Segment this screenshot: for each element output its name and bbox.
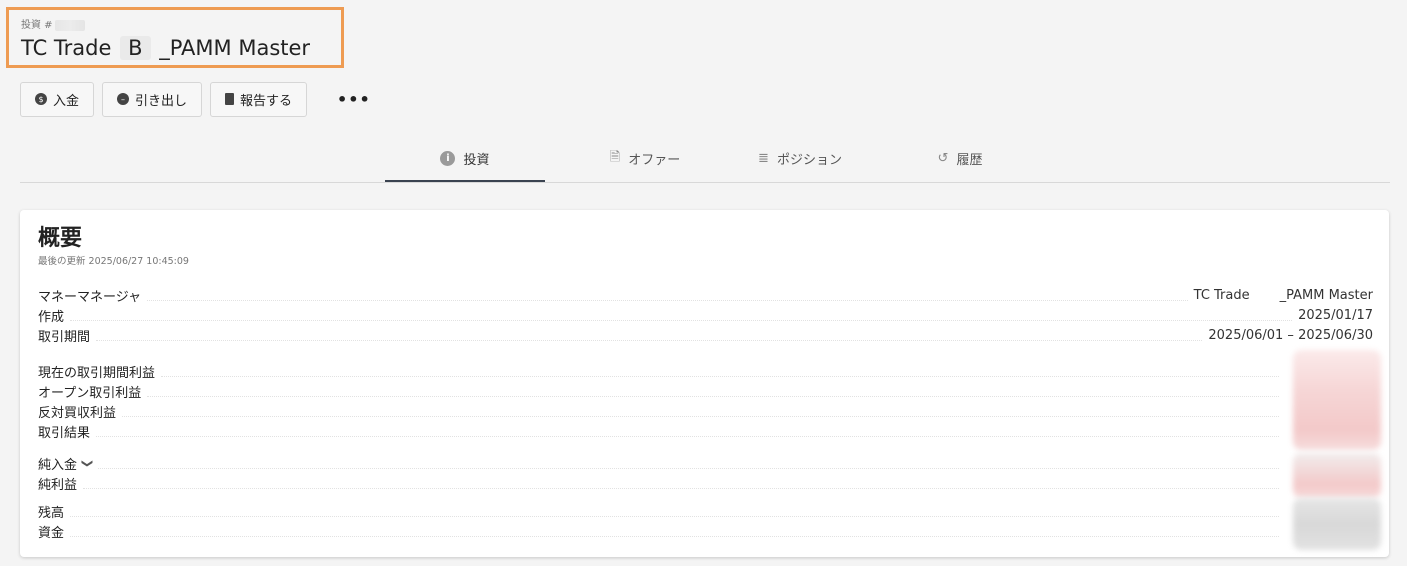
period-value: 2025/06/01 – 2025/06/30 bbox=[1208, 327, 1373, 343]
more-menu-button[interactable]: ••• bbox=[337, 90, 371, 109]
deposit-button[interactable]: $ 入金 bbox=[20, 81, 95, 117]
leader-line bbox=[96, 330, 1203, 341]
redacted-values-block bbox=[1293, 350, 1381, 450]
dollar-circle-icon: $ bbox=[35, 93, 47, 105]
leader-line bbox=[70, 310, 1293, 321]
tab-history[interactable]: ↺ 履歴 bbox=[880, 136, 1040, 181]
row-current-period-profit: 現在の取引期間利益 bbox=[38, 361, 1373, 381]
last-updated-text: 最後の更新 2025/06/27 10:45:09 bbox=[38, 256, 189, 267]
tab-investment[interactable]: i 投資 bbox=[385, 136, 545, 182]
row-net-deposit[interactable]: 純入金 ❯ bbox=[38, 453, 1373, 473]
row-trading-period: 取引期間 2025/06/01 – 2025/06/30 bbox=[38, 327, 1373, 345]
document-dollar-icon: 🗎 bbox=[609, 149, 621, 165]
tab-bar: i 投資 🗎 オファー ≣ ポジション ↺ 履歴 bbox=[20, 136, 1390, 183]
investment-number-label: 投資 # bbox=[21, 16, 85, 31]
minus-circle-icon: – bbox=[117, 93, 130, 105]
overview-title: 概要 bbox=[38, 226, 83, 251]
title-middle-part: B bbox=[120, 36, 151, 60]
investment-id-redacted bbox=[54, 19, 85, 31]
row-funds: 資金 bbox=[38, 521, 1373, 541]
created-value: 2025/01/17 bbox=[1298, 307, 1373, 323]
row-created: 作成 2025/01/17 bbox=[38, 307, 1373, 325]
row-open-trade-profit: オープン取引利益 bbox=[38, 381, 1373, 401]
money-manager-value: TC Trade _PAMM Master bbox=[1193, 287, 1373, 303]
row-balance: 残高 bbox=[38, 501, 1373, 521]
document-icon bbox=[225, 93, 235, 105]
tab-positions[interactable]: ≣ ポジション bbox=[720, 136, 880, 181]
info-icon: i bbox=[440, 150, 456, 166]
history-icon: ↺ bbox=[937, 151, 949, 166]
redacted-values-block bbox=[1293, 453, 1381, 498]
action-bar: $ 入金 – 引き出し 報告する ••• bbox=[20, 81, 371, 117]
row-closed-profit: 反対買収利益 bbox=[38, 401, 1373, 421]
chevron-down-icon[interactable]: ❯ bbox=[81, 458, 94, 467]
investment-header: 投資 # TC Trade B _PAMM Master bbox=[6, 7, 344, 68]
redacted-values-block bbox=[1293, 498, 1381, 550]
row-trade-result: 取引結果 bbox=[38, 421, 1373, 441]
row-net-profit: 純利益 bbox=[38, 473, 1373, 493]
overview-card: 概要 最後の更新 2025/06/27 10:45:09 マネーマネージャ TC… bbox=[20, 210, 1389, 557]
investment-title: TC Trade B _PAMM Master bbox=[21, 36, 311, 60]
leader-line bbox=[147, 290, 1188, 301]
document-lines-icon: ≣ bbox=[758, 151, 769, 166]
tab-offer[interactable]: 🗎 オファー bbox=[565, 136, 725, 181]
report-button[interactable]: 報告する bbox=[210, 81, 308, 117]
withdraw-button[interactable]: – 引き出し bbox=[102, 81, 203, 117]
row-money-manager: マネーマネージャ TC Trade _PAMM Master bbox=[38, 287, 1373, 305]
